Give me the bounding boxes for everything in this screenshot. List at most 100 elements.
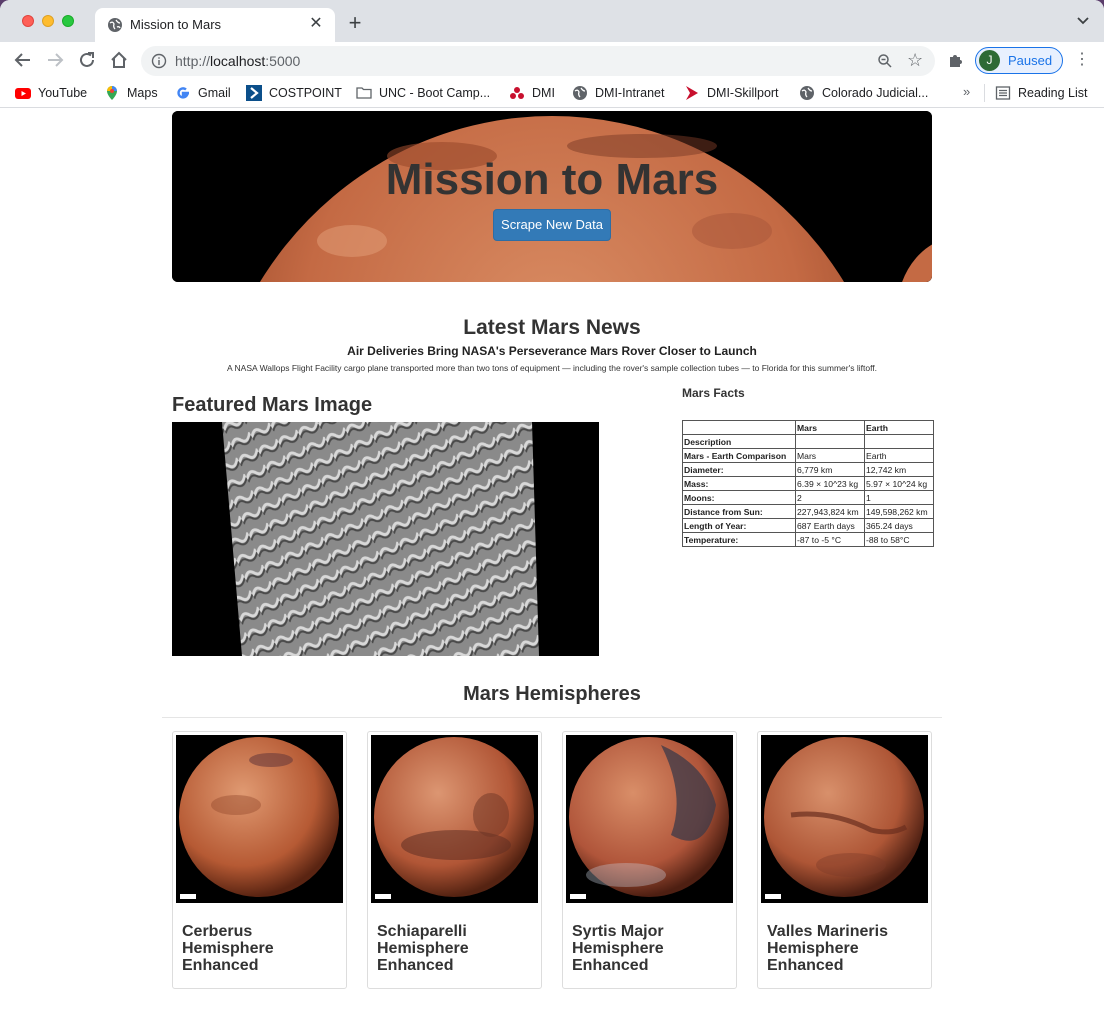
back-arrow-icon[interactable] (12, 49, 34, 71)
table-cell: 1 (864, 490, 934, 505)
hemispheres-heading: Mars Hemispheres (463, 683, 641, 705)
tab-strip: Mission to Mars ✕ + (0, 0, 1104, 42)
table-header (682, 420, 796, 435)
table-row-label: Temperature: (682, 532, 796, 547)
table-cell (795, 434, 865, 449)
info-icon[interactable] (151, 53, 167, 69)
maximize-window-button[interactable] (62, 15, 74, 27)
address-bar[interactable]: http://localhost:5000 ☆ (141, 46, 935, 76)
minimize-window-button[interactable] (42, 15, 54, 27)
hemisphere-card-cerberus[interactable]: Cerberus Hemisphere Enhanced (172, 731, 347, 989)
reload-icon[interactable] (76, 49, 98, 71)
table-row-label: Mars - Earth Comparison (682, 448, 796, 463)
bookmarks-bar: YouTube Maps Gmail COSTPOINT UNC - Boot … (0, 78, 1104, 108)
forward-arrow-icon[interactable] (44, 49, 66, 71)
new-tab-icon[interactable]: + (345, 12, 365, 34)
extensions-puzzle-icon[interactable] (947, 51, 965, 69)
url-text: http://localhost:5000 (175, 53, 301, 69)
table-cell: 6,779 km (795, 462, 865, 477)
youtube-icon (15, 88, 31, 99)
table-cell: -88 to 58°C (864, 532, 934, 547)
profile-status: Paused (1008, 53, 1053, 68)
globe-icon (108, 18, 122, 32)
news-heading: Latest Mars News (463, 316, 641, 339)
bookmark-dmi-intranet[interactable]: DMI-Intranet (572, 84, 664, 102)
bookmark-youtube[interactable]: YouTube (15, 84, 87, 102)
reading-list-button[interactable]: Reading List (995, 84, 1088, 102)
globe-icon (573, 86, 587, 100)
table-header-row: Mars Earth (682, 420, 934, 435)
zoom-icon[interactable] (877, 53, 893, 69)
bookmark-gmail[interactable]: Gmail (175, 84, 231, 102)
table-row: Mass: 6.39 × 10^23 kg 5.97 × 10^24 kg (682, 476, 934, 491)
scrape-new-data-button[interactable]: Scrape New Data (493, 209, 611, 241)
hemisphere-card-schiaparelli[interactable]: Schiaparelli Hemisphere Enhanced (367, 731, 542, 989)
costpoint-icon (246, 85, 262, 101)
table-row: Description (682, 434, 934, 449)
bookmark-unc-boot-camp[interactable]: UNC - Boot Camp... (356, 84, 490, 102)
folder-icon (356, 87, 372, 99)
news-paragraph: A NASA Wallops Flight Facility cargo pla… (226, 363, 877, 373)
globe-icon (800, 86, 814, 100)
bookmark-dmi[interactable]: DMI (509, 84, 555, 102)
bookmark-colorado-judicial[interactable]: Colorado Judicial... (799, 84, 928, 102)
hemisphere-title[interactable]: Syrtis Major Hemisphere Enhanced (572, 923, 722, 974)
browser-window: Mission to Mars ✕ + http://localhost:500… (0, 0, 1104, 1027)
dmi-icon (510, 87, 524, 99)
hemisphere-card-valles-marineris[interactable]: Valles Marineris Hemisphere Enhanced (757, 731, 932, 989)
page-content: Mission to Mars Scrape New Data Latest M… (0, 109, 1104, 1027)
table-row-label: Mass: (682, 476, 796, 491)
schiaparelli-hemisphere-image (371, 735, 538, 903)
table-row-label: Moons: (682, 490, 796, 505)
featured-image-heading: Featured Mars Image (172, 394, 373, 416)
table-row: Diameter: 6,779 km 12,742 km (682, 462, 934, 477)
profile-button[interactable]: J Paused (975, 47, 1063, 74)
table-cell: 227,943,824 km (795, 504, 865, 519)
bookmarks-overflow-button[interactable]: » (963, 84, 970, 99)
table-row-label: Description (682, 434, 796, 449)
table-cell: 6.39 × 10^23 kg (795, 476, 865, 491)
table-row: Length of Year: 687 Earth days 365.24 da… (682, 518, 934, 533)
bookmark-maps[interactable]: Maps (104, 84, 158, 102)
bookmark-dmi-skillport[interactable]: DMI-Skillport (684, 84, 779, 102)
bookmarks-divider (984, 84, 985, 102)
table-row-label: Length of Year: (682, 518, 796, 533)
syrtis-major-hemisphere-image (566, 735, 733, 903)
table-cell: -87 to -5 °C (795, 532, 865, 547)
tab-mission-to-mars[interactable]: Mission to Mars ✕ (95, 8, 335, 42)
menu-kebab-icon[interactable]: ⋮ (1073, 51, 1091, 69)
table-row: Temperature: -87 to -5 °C -88 to 58°C (682, 532, 934, 547)
hemisphere-card-syrtis-major[interactable]: Syrtis Major Hemisphere Enhanced (562, 731, 737, 989)
tab-title: Mission to Mars (130, 17, 222, 32)
hemisphere-title[interactable]: Valles Marineris Hemisphere Enhanced (767, 923, 917, 974)
section-divider (162, 717, 942, 718)
mars-facts-table: Mars Earth Description Mars - Earth Comp… (682, 420, 934, 547)
table-cell: 12,742 km (864, 462, 934, 477)
table-cell: 149,598,262 km (864, 504, 934, 519)
table-header: Earth (864, 420, 934, 435)
cerberus-hemisphere-image (176, 735, 343, 903)
table-cell (864, 434, 934, 449)
table-row-label: Distance from Sun: (682, 504, 796, 519)
bookmark-star-icon[interactable]: ☆ (907, 51, 925, 69)
bookmark-costpoint[interactable]: COSTPOINT (246, 84, 342, 102)
skillport-icon (686, 86, 698, 100)
hero-banner: Mission to Mars Scrape New Data (172, 111, 932, 282)
hemisphere-title[interactable]: Schiaparelli Hemisphere Enhanced (377, 923, 527, 974)
table-row-label: Diameter: (682, 462, 796, 477)
browser-toolbar: http://localhost:5000 ☆ J Paused ⋮ (0, 42, 1104, 78)
avatar: J (979, 50, 1000, 71)
home-icon[interactable] (108, 49, 130, 71)
maps-pin-icon (107, 86, 117, 100)
chevron-down-icon[interactable] (1076, 14, 1090, 28)
mars-facts-heading: Mars Facts (682, 386, 745, 400)
table-row: Moons: 2 1 (682, 490, 934, 505)
close-window-button[interactable] (22, 15, 34, 27)
hemisphere-title[interactable]: Cerberus Hemisphere Enhanced (182, 923, 332, 974)
valles-marineris-hemisphere-image (761, 735, 928, 903)
reading-list-icon (995, 86, 1011, 100)
close-tab-icon[interactable]: ✕ (307, 15, 325, 33)
table-header: Mars (795, 420, 865, 435)
table-cell: 5.97 × 10^24 kg (864, 476, 934, 491)
table-cell: Mars (795, 448, 865, 463)
